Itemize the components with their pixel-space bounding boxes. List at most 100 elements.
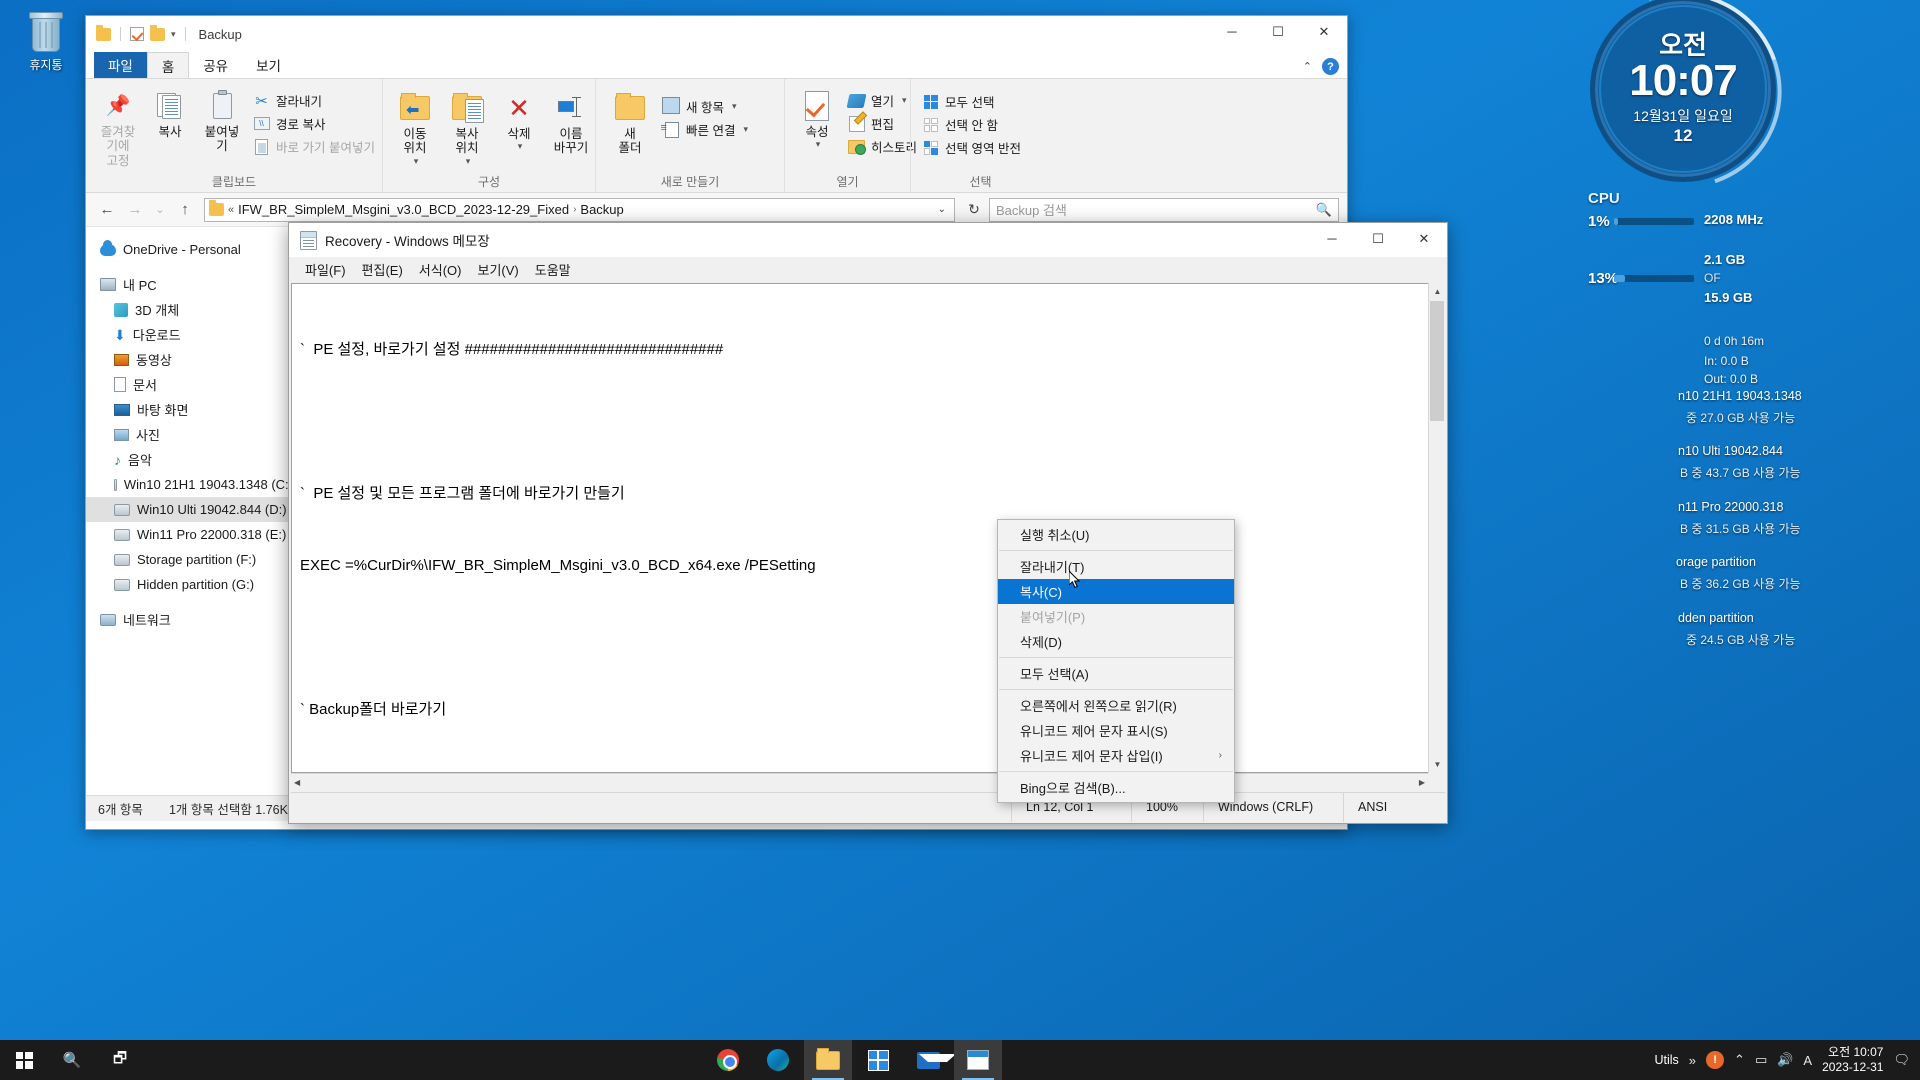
copy-to-button[interactable]: 복사 위치 ▾: [441, 89, 493, 168]
copy-button[interactable]: 복사: [144, 87, 196, 141]
taskbar-app-edge[interactable]: [754, 1040, 802, 1080]
context-menu-item-cut[interactable]: 잘라내기(T): [998, 554, 1234, 579]
address-dropdown-icon[interactable]: ⌄: [934, 204, 950, 215]
sidebar-item-downloads[interactable]: ⬇ 다운로드: [86, 322, 293, 347]
menu-help[interactable]: 도움말: [527, 258, 579, 281]
taskbar-app-chrome[interactable]: [704, 1040, 752, 1080]
volume-icon[interactable]: 🔊: [1777, 1052, 1793, 1068]
explorer-minimize-button[interactable]: ─: [1209, 16, 1255, 47]
notepad-menu-bar[interactable]: 파일(F) 편집(E) 서식(O) 보기(V) 도움말: [289, 257, 1447, 281]
sidebar-item-drive-c[interactable]: Win10 21H1 19043.1348 (C:): [86, 472, 293, 497]
sidebar-item-music[interactable]: ♪ 음악: [86, 447, 293, 472]
notepad-scroll-thumb[interactable]: [1430, 301, 1444, 421]
start-button[interactable]: [0, 1040, 48, 1080]
sidebar-item-3d-objects[interactable]: 3D 개체: [86, 297, 293, 322]
taskbar-app-notepad[interactable]: [954, 1040, 1002, 1080]
notepad-vertical-scrollbar[interactable]: ▲ ▼: [1428, 283, 1446, 773]
help-icon[interactable]: ?: [1322, 58, 1339, 75]
search-icon[interactable]: 🔍: [1316, 202, 1332, 218]
explorer-ribbon-tabs[interactable]: 파일 홈 공유 보기 ⌃ ?: [86, 52, 1347, 78]
sidebar-item-network[interactable]: 네트워크: [86, 607, 293, 632]
sidebar-item-pictures[interactable]: 사진: [86, 422, 293, 447]
context-menu-item-delete[interactable]: 삭제(D): [998, 629, 1234, 654]
breadcrumb-item-1[interactable]: Backup: [580, 202, 623, 217]
context-menu-item-paste[interactable]: 붙여넣기(P): [998, 604, 1234, 629]
explorer-window-controls[interactable]: ─ ☐ ✕: [1209, 16, 1347, 47]
tray-notification-badge[interactable]: !: [1706, 1051, 1725, 1069]
notepad-text-content[interactable]: ` PE 설정, 바로가기 설정 #######################…: [292, 284, 1444, 772]
notepad-window-controls[interactable]: ─ ☐ ✕: [1309, 223, 1447, 254]
breadcrumb-separator-icon[interactable]: ›: [573, 204, 576, 215]
context-menu-item-copy[interactable]: 복사(C): [998, 579, 1234, 604]
context-menu-item-show-unicode[interactable]: 유니코드 제어 문자 표시(S): [998, 718, 1234, 743]
context-menu-item-search-bing[interactable]: Bing으로 검색(B)...: [998, 775, 1234, 800]
taskbar-app-mail[interactable]: [904, 1040, 956, 1080]
tab-home[interactable]: 홈: [146, 52, 190, 78]
cut-button[interactable]: ✂ 잘라내기: [248, 89, 380, 112]
chevron-down-icon[interactable]: ▾: [466, 156, 471, 166]
quick-access-button[interactable]: 빠른 연결 ▾: [658, 118, 753, 141]
folder-icon[interactable]: [96, 24, 111, 41]
invert-selection-button[interactable]: 선택 영역 반전: [917, 136, 1026, 159]
explorer-close-button[interactable]: ✕: [1301, 16, 1347, 47]
sidebar-item-videos[interactable]: 동영상: [86, 347, 293, 372]
address-bar[interactable]: « IFW_BR_SimpleM_Msgini_v3.0_BCD_2023-12…: [204, 197, 955, 222]
action-center-icon[interactable]: 🗨: [1893, 1052, 1910, 1068]
tray-overflow-icon[interactable]: »: [1689, 1053, 1696, 1068]
taskbar-app-file-explorer[interactable]: [804, 1040, 852, 1080]
sidebar-item-drive-d[interactable]: Win10 Ulti 19042.844 (D:): [86, 497, 293, 522]
rename-button[interactable]: 이름 바꾸기: [545, 89, 597, 158]
sidebar-item-drive-f[interactable]: Storage partition (F:): [86, 547, 293, 572]
taskbar[interactable]: 🔍 🗗 Utils » ! ⌃ ▭ 🔊 A 오전 10:07 2023-12-3…: [0, 1040, 1920, 1080]
ribbon-collapse-icon[interactable]: ⌃: [1303, 60, 1312, 73]
scroll-left-icon[interactable]: ◀: [294, 778, 300, 787]
input-indicator-icon[interactable]: A: [1803, 1053, 1812, 1068]
notepad-title-bar[interactable]: Recovery - Windows 메모장 ─ ☐ ✕: [289, 223, 1447, 257]
task-view-button[interactable]: 🗗: [96, 1040, 144, 1080]
battery-icon[interactable]: ▭: [1755, 1052, 1767, 1068]
notepad-minimize-button[interactable]: ─: [1309, 223, 1355, 254]
context-menu-item-undo[interactable]: 실행 취소(U): [998, 522, 1234, 547]
properties-check-icon[interactable]: [130, 27, 144, 41]
refresh-button[interactable]: ↻: [961, 197, 987, 223]
paste-button[interactable]: 붙여넣기: [196, 87, 248, 156]
notepad-horizontal-scrollbar[interactable]: ◀ ▶: [291, 773, 1428, 790]
context-menu-item-rtl-reading[interactable]: 오른쪽에서 왼쪽으로 읽기(R): [998, 693, 1234, 718]
taskbar-search-button[interactable]: 🔍: [48, 1040, 96, 1080]
back-button[interactable]: ←: [94, 197, 120, 223]
sidebar-item-documents[interactable]: 문서: [86, 372, 293, 397]
context-menu-item-select-all[interactable]: 모두 선택(A): [998, 661, 1234, 686]
new-folder-button[interactable]: 새 폴더: [602, 89, 658, 158]
delete-button[interactable]: ✕ 삭제 ▾: [493, 89, 545, 154]
sidebar-item-drive-g[interactable]: Hidden partition (G:): [86, 572, 293, 597]
system-tray[interactable]: Utils » ! ⌃ ▭ 🔊 A 오전 10:07 2023-12-31 🗨: [1654, 1045, 1920, 1075]
move-to-button[interactable]: ⬅ 이동 위치 ▾: [389, 89, 441, 168]
taskbar-app-store[interactable]: [854, 1040, 902, 1080]
select-all-button[interactable]: 모두 선택: [917, 90, 1026, 113]
scroll-right-icon[interactable]: ▶: [1419, 778, 1425, 787]
up-button[interactable]: ↑: [172, 197, 198, 223]
scroll-down-icon[interactable]: ▼: [1429, 756, 1446, 773]
chevron-down-icon[interactable]: ▾: [743, 124, 748, 135]
notepad-text-area[interactable]: ` PE 설정, 바로가기 설정 #######################…: [291, 283, 1445, 773]
sidebar-item-desktop[interactable]: 바탕 화면: [86, 397, 293, 422]
menu-file[interactable]: 파일(F): [297, 258, 354, 281]
recent-locations-button[interactable]: ⌄: [150, 197, 170, 223]
tab-view[interactable]: 보기: [242, 52, 295, 78]
tray-utils-label[interactable]: Utils: [1654, 1053, 1678, 1067]
notepad-context-menu[interactable]: 실행 취소(U) 잘라내기(T) 복사(C) 붙여넣기(P) 삭제(D) 모두 …: [997, 519, 1235, 803]
paste-shortcut-button[interactable]: 바로 가기 붙여넣기: [248, 135, 380, 158]
chevron-down-icon[interactable]: ▾: [518, 141, 523, 151]
tab-share[interactable]: 공유: [189, 52, 242, 78]
context-menu-item-insert-unicode[interactable]: 유니코드 제어 문자 삽입(I) ›: [998, 743, 1234, 768]
chevron-down-icon[interactable]: ▾: [816, 139, 821, 149]
chevron-up-icon[interactable]: ⌃: [1734, 1052, 1745, 1068]
taskbar-app-buttons[interactable]: [704, 1040, 1002, 1080]
menu-view[interactable]: 보기(V): [469, 258, 526, 281]
chevron-down-icon[interactable]: ▾: [171, 29, 176, 40]
search-box[interactable]: Backup 검색 🔍: [989, 197, 1339, 222]
notepad-window[interactable]: Recovery - Windows 메모장 ─ ☐ ✕ 파일(F) 편집(E)…: [288, 222, 1448, 824]
tab-file[interactable]: 파일: [94, 52, 147, 78]
chevron-down-icon[interactable]: ▾: [414, 156, 419, 166]
chevron-down-icon[interactable]: ▾: [902, 95, 907, 106]
